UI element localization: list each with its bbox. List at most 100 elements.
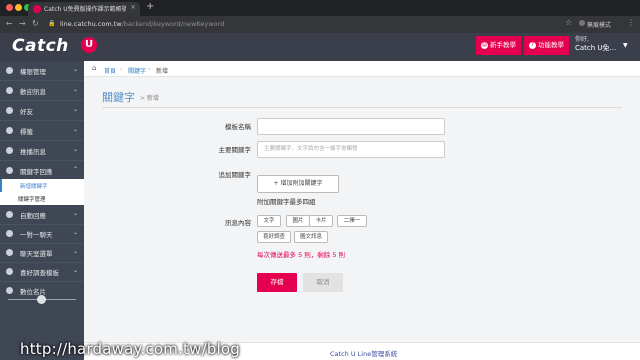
chevron-down-icon: ⌄ [72, 229, 78, 236]
chevron-down-icon: ⌄ [72, 248, 78, 255]
sidebar-item-permissions[interactable]: 權限管理 ⌄ [0, 61, 84, 81]
tab-close-icon[interactable]: × [130, 3, 136, 11]
back-icon[interactable]: ← [6, 19, 13, 28]
add-keyword-button[interactable]: + 增加附加關鍵字 [257, 175, 339, 193]
browser-tab[interactable]: Catch U免費版操作課示範帳號 × [28, 2, 140, 16]
users-icon [6, 107, 13, 114]
sidebar-subitem-label: 關鍵字管理 [18, 197, 46, 203]
sidebar-item-label: 自動回應 [20, 212, 46, 220]
sidebar-item-label: 關鍵字回應 [20, 168, 53, 176]
message-type-survey-button[interactable]: 喜好調查 [257, 231, 291, 243]
chevron-down-icon: ⌄ [72, 146, 78, 153]
sidebar-item-label: 聊天室選單 [20, 250, 53, 258]
chat-icon [6, 230, 13, 237]
new-tab-button[interactable]: + [146, 1, 154, 12]
tab-title: Catch U免費版操作課示範帳號 [44, 6, 126, 13]
greeting: 你好, [575, 36, 589, 43]
book-icon: ▤ [481, 41, 488, 49]
window-close-button[interactable] [6, 4, 13, 11]
breadcrumb-keyword[interactable]: 關鍵字 [128, 66, 146, 75]
dashboard-icon [6, 67, 13, 74]
caret-down-icon[interactable]: ▼ [623, 42, 628, 49]
chevron-down-icon: ⌄ [72, 106, 78, 113]
menu-icon [6, 249, 13, 256]
card-icon [6, 287, 13, 294]
breadcrumb-home[interactable]: 首頁 [104, 66, 116, 75]
sidebar-item-survey[interactable]: 喜好調查模板 ⌄ [0, 262, 84, 282]
sidebar: 權限管理 ⌄ 歡迎訊息 ⌄ 好友 ⌄ 標籤 ⌄ 推播訊息 ⌄ 關鍵字回應 ⌃ 新增關鍵字 關… [0, 61, 84, 360]
sidebar-item-autoreply[interactable]: 自動回應 ⌄ [0, 205, 84, 225]
bookmark-star-icon[interactable]: ☆ [565, 18, 572, 27]
logo[interactable]: Catch [12, 36, 69, 56]
favicon-icon [33, 5, 41, 13]
beginner-tutorial-label: 新手教學 [490, 41, 516, 49]
template-name-input[interactable] [257, 118, 445, 135]
page-subtitle: > 新增 [140, 95, 159, 102]
survey-icon [6, 268, 13, 275]
message-content-label: 訊息內容 [225, 219, 251, 227]
breadcrumb-separator: › [120, 66, 123, 73]
autoreply-icon [6, 211, 13, 218]
message-type-imagemap-button[interactable]: 圖文訊息 [294, 231, 328, 243]
incognito-icon [579, 20, 585, 26]
message-type-card-button[interactable]: 卡片 [309, 215, 333, 227]
chevron-down-icon: ⌄ [72, 66, 78, 73]
chevron-down-icon: ⌄ [72, 86, 78, 93]
main-keyword-input[interactable]: 主要關鍵字，文字請勿含一樣字會觸發 [257, 141, 445, 158]
browser-menu-icon[interactable]: ⋮ [627, 18, 635, 27]
reload-icon[interactable]: ↻ [32, 19, 39, 28]
tag-icon [6, 127, 13, 134]
sidebar-subitem-new-keyword[interactable]: 新增關鍵字 [0, 179, 84, 192]
sidebar-item-chat[interactable]: 一對一聊天 ⌄ [0, 224, 84, 244]
address-bar[interactable]: line.catchu.com.tw/backend/keyword/newKe… [60, 20, 224, 28]
window-minimize-button[interactable] [15, 4, 22, 11]
breadcrumb-separator: › [148, 66, 151, 73]
sidebar-item-label: 權限管理 [20, 68, 46, 76]
sidebar-item-tags[interactable]: 標籤 ⌄ [0, 121, 84, 141]
lock-icon[interactable]: 🔒 [48, 20, 55, 27]
sidebar-item-label: 喜好調查模板 [20, 269, 59, 277]
main-content: ⌂ 首頁 › 關鍵字 › 新增 關鍵字 > 新增 模板名稱 主要關鍵字 主要關鍵… [84, 61, 640, 360]
main-keyword-label: 主要關鍵字 [218, 146, 252, 154]
sidebar-item-broadcast[interactable]: 推播訊息 ⌄ [0, 141, 84, 161]
feature-tutorial-button[interactable]: ? 功能教學 [524, 36, 569, 55]
add-keyword-hint: 附加關鍵字最多四組 [257, 198, 316, 206]
sidebar-item-label: 標籤 [20, 128, 33, 136]
beginner-tutorial-button[interactable]: ▤ 新手教學 [476, 36, 521, 55]
message-quota-warning: 每次傳送最多 5 則，剩餘 5 則 [257, 251, 346, 259]
home-icon[interactable]: ⌂ [92, 64, 96, 72]
message-type-choice-button[interactable]: 二擇一 [337, 215, 367, 227]
message-type-image-button[interactable]: 圖片 [286, 215, 310, 227]
cancel-button[interactable]: 取消 [303, 273, 343, 292]
sidebar-item-label: 推播訊息 [20, 148, 46, 156]
sidebar-item-keyword[interactable]: 關鍵字回應 ⌃ [0, 161, 84, 181]
forward-icon[interactable]: → [19, 19, 26, 28]
sidebar-item-chat-menu[interactable]: 聊天室選單 ⌄ [0, 243, 84, 263]
additional-keyword-label: 追加關鍵字 [218, 171, 252, 179]
logo-badge: U [81, 37, 97, 53]
browser-tab-bar: Catch U免費版操作課示範帳號 × + [0, 0, 640, 16]
sidebar-item-label: 好友 [20, 108, 33, 116]
url-path: /backend/keyword/newKeyword [121, 20, 225, 28]
divider [102, 107, 622, 108]
user-menu[interactable]: 你好, Catch U免... [575, 36, 616, 52]
sidebar-subitem-label: 新增關鍵字 [20, 184, 48, 190]
page-title: 關鍵字 [102, 91, 135, 104]
chevron-up-icon: ⌃ [72, 166, 78, 173]
collapse-icon [37, 295, 46, 304]
sidebar-collapse-toggle[interactable] [0, 295, 84, 304]
sidebar-item-friends[interactable]: 好友 ⌄ [0, 101, 84, 121]
sidebar-item-label: 一對一聊天 [20, 231, 53, 239]
sidebar-subitem-keyword-manage[interactable]: 關鍵字管理 [0, 192, 84, 205]
sidebar-item-welcome[interactable]: 歡迎訊息 ⌄ [0, 81, 84, 101]
incognito-label: 無痕模式 [587, 22, 612, 29]
feature-tutorial-label: 功能教學 [538, 41, 564, 49]
app-header: Catch U ▤ 新手教學 ? 功能教學 你好, Catch U免... ▼ [0, 33, 640, 61]
message-type-text-button[interactable]: 文字 [257, 215, 281, 227]
chevron-down-icon: ⌄ [72, 126, 78, 133]
save-button[interactable]: 存檔 [257, 273, 297, 292]
sidebar-item-label: 歡迎訊息 [20, 88, 46, 96]
broadcast-icon [6, 147, 13, 154]
add-keyword-label: 增加附加關鍵字 [280, 180, 323, 187]
user-name: Catch U免... [575, 44, 617, 52]
